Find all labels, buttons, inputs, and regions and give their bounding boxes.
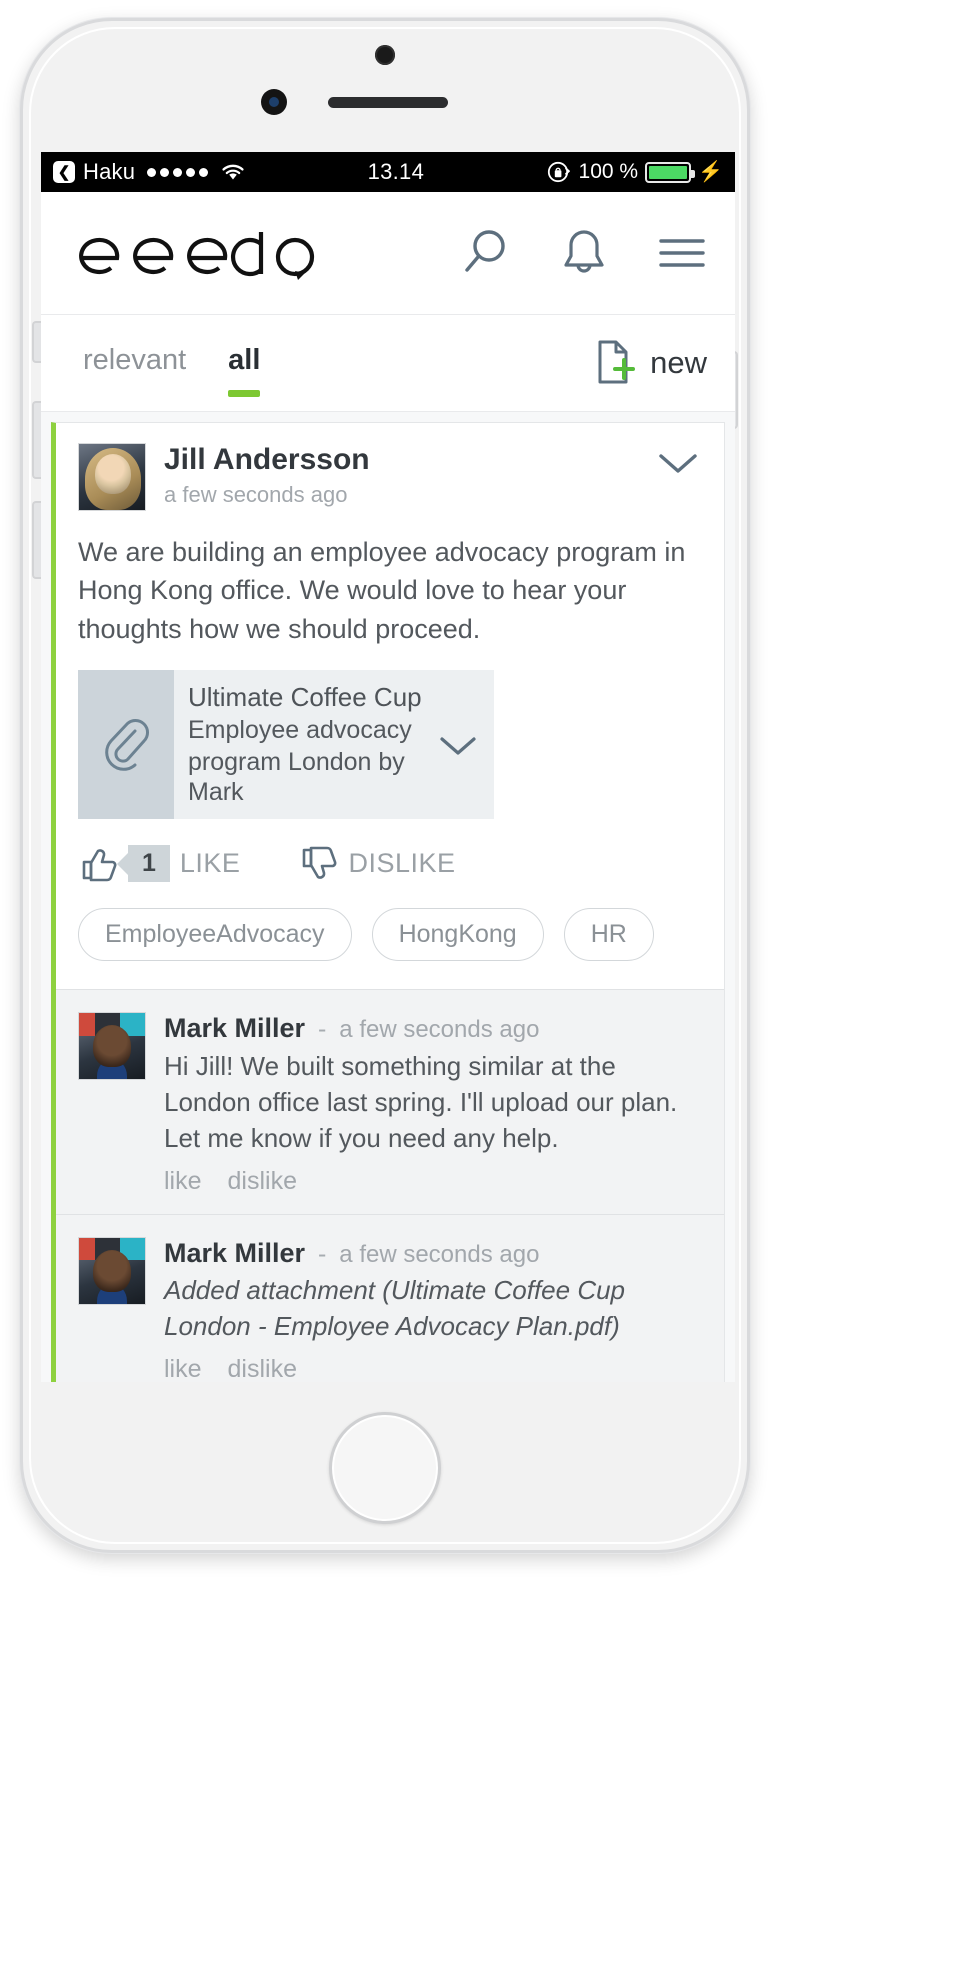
comment-author: Mark Miller xyxy=(164,1237,306,1268)
dislike-button[interactable]: DISLIKE xyxy=(298,846,455,882)
thumbs-up-icon xyxy=(78,846,118,882)
status-bar: ❮ Haku 13.14 100 % ⚡ xyxy=(41,152,735,192)
avatar[interactable] xyxy=(78,1236,146,1305)
new-post-button[interactable]: new xyxy=(590,338,707,388)
comment-dislike-link[interactable]: dislike xyxy=(228,1167,297,1196)
comment-author: Mark Miller xyxy=(164,1013,306,1044)
status-bar-left: ❮ Haku xyxy=(53,159,246,185)
comment-separator: - xyxy=(318,1239,327,1268)
bell-icon[interactable] xyxy=(559,226,609,280)
new-document-plus-icon xyxy=(590,338,640,388)
comment-timestamp: a few seconds ago xyxy=(339,1240,540,1268)
post-body-text: We are building an employee advocacy pro… xyxy=(78,537,686,644)
avatar[interactable] xyxy=(78,1012,146,1081)
feed-tabs: relevant all new xyxy=(41,315,735,412)
comment-actions: like dislike xyxy=(164,1355,702,1382)
mute-switch[interactable] xyxy=(32,321,41,363)
status-bar-time: 13.14 xyxy=(367,159,425,184)
attachment-title: Ultimate Coffee Cup Lo... xyxy=(188,681,422,712)
rotation-lock-icon xyxy=(546,159,572,185)
attachment-subtitle-line2: program London by Mark xyxy=(188,748,405,807)
chevron-left-icon[interactable]: ❮ xyxy=(53,161,75,183)
hamburger-menu-icon[interactable] xyxy=(657,233,707,273)
lightning-bolt-icon: ⚡ xyxy=(698,161,723,183)
post-header: Jill Andersson a few seconds ago xyxy=(78,443,702,511)
comment-text: Hi Jill! We built something similar at t… xyxy=(164,1050,678,1153)
comment-body: Mark Miller - a few seconds ago Hi Jill!… xyxy=(164,1012,702,1195)
app-header xyxy=(41,192,735,315)
signal-strength-icon xyxy=(147,167,209,177)
header-icon-group xyxy=(457,226,707,280)
new-post-label: new xyxy=(650,345,707,380)
comment-item: Mark Miller - a few seconds ago Hi Jill!… xyxy=(56,990,724,1215)
avatar[interactable] xyxy=(78,443,146,511)
like-count-badge: 1 xyxy=(128,845,170,883)
post-author-name: Jill Andersson xyxy=(164,443,370,476)
comment-like-link[interactable]: like xyxy=(164,1355,202,1382)
carrier-label: Haku xyxy=(83,159,136,184)
earpiece-speaker xyxy=(328,97,448,108)
comment-actions: like dislike xyxy=(164,1167,702,1196)
post-top: Jill Andersson a few seconds ago xyxy=(56,423,724,511)
front-camera-icon xyxy=(375,45,395,65)
reaction-bar: 1 LIKE DISLIKE xyxy=(56,819,724,883)
feed-list: Jill Andersson a few seconds ago We are … xyxy=(41,412,735,1382)
tab-relevant[interactable]: relevant xyxy=(83,344,186,383)
chevron-down-icon[interactable] xyxy=(656,449,700,477)
thumbs-down-icon xyxy=(298,846,338,882)
phone-body: ❮ Haku 13.14 100 % ⚡ relevant all new Ji… xyxy=(20,18,750,1553)
comment-separator: - xyxy=(318,1015,327,1044)
tag-chip[interactable]: HR xyxy=(563,908,654,962)
volume-up-button[interactable] xyxy=(32,401,41,479)
comment-text: Added attachment (Ultimate Coffee Cup Lo… xyxy=(164,1275,626,1342)
comment-header: Mark Miller - a few seconds ago xyxy=(164,1012,702,1045)
dislike-label: DISLIKE xyxy=(348,848,456,879)
status-bar-right: 100 % ⚡ xyxy=(546,159,723,185)
attachment-text: Ultimate Coffee Cup Lo... Employee advoc… xyxy=(174,670,422,819)
battery-percent-label: 100 % xyxy=(578,160,639,183)
chevron-down-icon[interactable] xyxy=(422,670,494,819)
comment-dislike-link[interactable]: dislike xyxy=(228,1355,297,1382)
post-card: Jill Andersson a few seconds ago We are … xyxy=(51,422,725,1382)
wifi-icon xyxy=(220,162,246,182)
post-timestamp: a few seconds ago xyxy=(164,482,348,507)
like-button[interactable]: 1 LIKE xyxy=(78,845,241,883)
comment-list: Mark Miller - a few seconds ago Hi Jill!… xyxy=(56,989,724,1382)
volume-down-button[interactable] xyxy=(32,501,41,579)
search-icon[interactable] xyxy=(457,226,511,280)
proximity-sensor xyxy=(261,89,287,115)
eeedo-logo[interactable] xyxy=(73,224,457,282)
comment-like-link[interactable]: like xyxy=(164,1167,202,1196)
post-attachment[interactable]: Ultimate Coffee Cup Lo... Employee advoc… xyxy=(78,669,494,820)
home-button[interactable] xyxy=(329,1412,441,1524)
phone-screen: ❮ Haku 13.14 100 % ⚡ relevant all new Ji… xyxy=(41,152,735,1382)
comment-body: Mark Miller - a few seconds ago Added at… xyxy=(164,1237,702,1382)
tag-chip[interactable]: HongKong xyxy=(371,908,544,962)
phone-mockup: ❮ Haku 13.14 100 % ⚡ relevant all new Ji… xyxy=(0,0,960,1970)
comment-timestamp: a few seconds ago xyxy=(339,1016,540,1044)
comment-header: Mark Miller - a few seconds ago xyxy=(164,1237,702,1270)
like-label: LIKE xyxy=(179,848,241,879)
tag-chip[interactable]: EmployeeAdvocacy xyxy=(78,908,352,962)
battery-icon xyxy=(645,161,696,183)
attachment-subtitle-line1: Employee advocacy xyxy=(188,716,412,745)
comment-item: Mark Miller - a few seconds ago Added at… xyxy=(56,1215,724,1382)
tab-all[interactable]: all xyxy=(228,344,261,397)
paperclip-icon xyxy=(78,669,174,820)
tag-list: EmployeeAdvocacy HongKong HR xyxy=(56,882,724,989)
